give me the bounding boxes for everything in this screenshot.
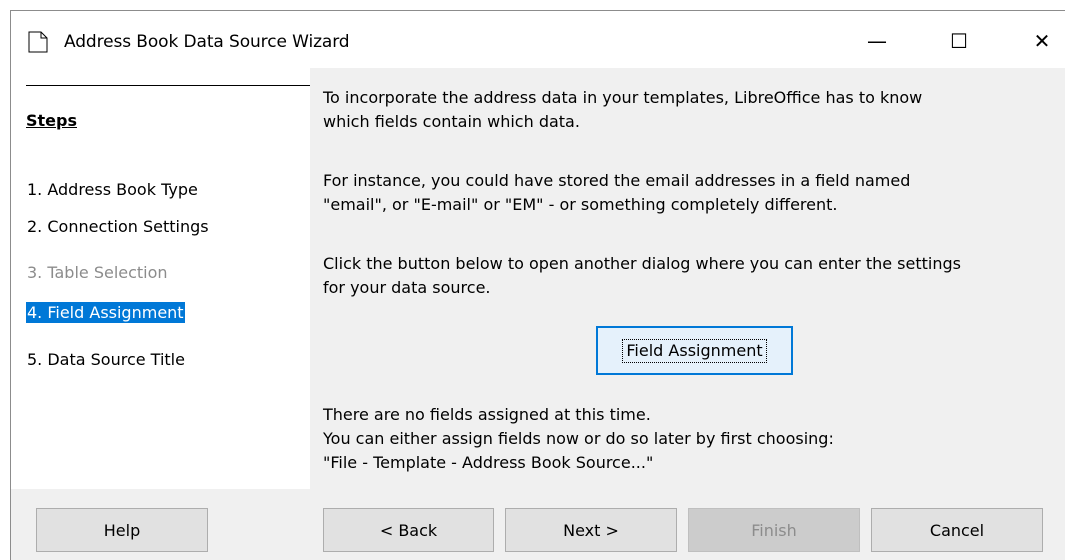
wizard-window: Address Book Data Source Wizard — ☐ ✕ St… xyxy=(10,10,1065,560)
minimize-button[interactable]: — xyxy=(854,21,900,61)
cancel-label: Cancel xyxy=(929,520,985,540)
step-connection-settings[interactable]: 2. Connection Settings xyxy=(26,216,210,237)
steps-sidebar: Steps 1. Address Book Type 2. Connection… xyxy=(11,68,310,489)
maximize-icon: ☐ xyxy=(950,29,968,53)
instruction-line-2: for your data source. xyxy=(323,278,491,297)
field-assignment-label: Field Assignment xyxy=(622,338,767,363)
example-line-1: For instance, you could have stored the … xyxy=(323,171,911,190)
next-button[interactable]: Next > xyxy=(505,508,677,552)
step-address-book-type[interactable]: 1. Address Book Type xyxy=(26,179,199,200)
sidebar-divider xyxy=(26,85,310,86)
help-label: Help xyxy=(103,520,141,540)
example-text: For instance, you could have stored the … xyxy=(323,169,1063,217)
field-assignment-button[interactable]: Field Assignment xyxy=(596,326,793,375)
cancel-button[interactable]: Cancel xyxy=(871,508,1043,552)
status-line-2: You can either assign fields now or do s… xyxy=(323,429,834,448)
step-table-selection: 3. Table Selection xyxy=(27,263,168,282)
intro-line-2: which fields contain which data. xyxy=(323,112,580,131)
example-line-2: "email", or "E-mail" or "EM" - or someth… xyxy=(323,195,838,214)
finish-button: Finish xyxy=(688,508,860,552)
instruction-line-1: Click the button below to open another d… xyxy=(323,254,961,273)
back-label: < Back xyxy=(379,520,438,540)
close-icon: ✕ xyxy=(1033,29,1051,53)
minimize-icon: — xyxy=(867,29,887,53)
step-field-assignment[interactable]: 4. Field Assignment xyxy=(26,302,185,323)
content-panel: To incorporate the address data in your … xyxy=(323,68,1063,489)
intro-text: To incorporate the address data in your … xyxy=(323,86,1063,134)
back-button[interactable]: < Back xyxy=(323,508,494,552)
status-text: There are no fields assigned at this tim… xyxy=(323,403,1063,475)
step-data-source-title[interactable]: 5. Data Source Title xyxy=(26,349,186,370)
next-label: Next > xyxy=(563,520,619,540)
steps-heading: Steps xyxy=(26,111,77,130)
close-button[interactable]: ✕ xyxy=(1019,21,1065,61)
maximize-button[interactable]: ☐ xyxy=(936,21,982,61)
instruction-text: Click the button below to open another d… xyxy=(323,252,1063,300)
help-button[interactable]: Help xyxy=(36,508,208,552)
status-line-3: "File - Template - Address Book Source..… xyxy=(323,453,654,472)
title-bar: Address Book Data Source Wizard — ☐ ✕ xyxy=(11,11,1065,68)
status-line-1: There are no fields assigned at this tim… xyxy=(323,405,651,424)
finish-label: Finish xyxy=(751,520,797,540)
intro-line-1: To incorporate the address data in your … xyxy=(323,88,923,107)
window-title: Address Book Data Source Wizard xyxy=(64,32,350,52)
document-icon xyxy=(28,31,48,53)
